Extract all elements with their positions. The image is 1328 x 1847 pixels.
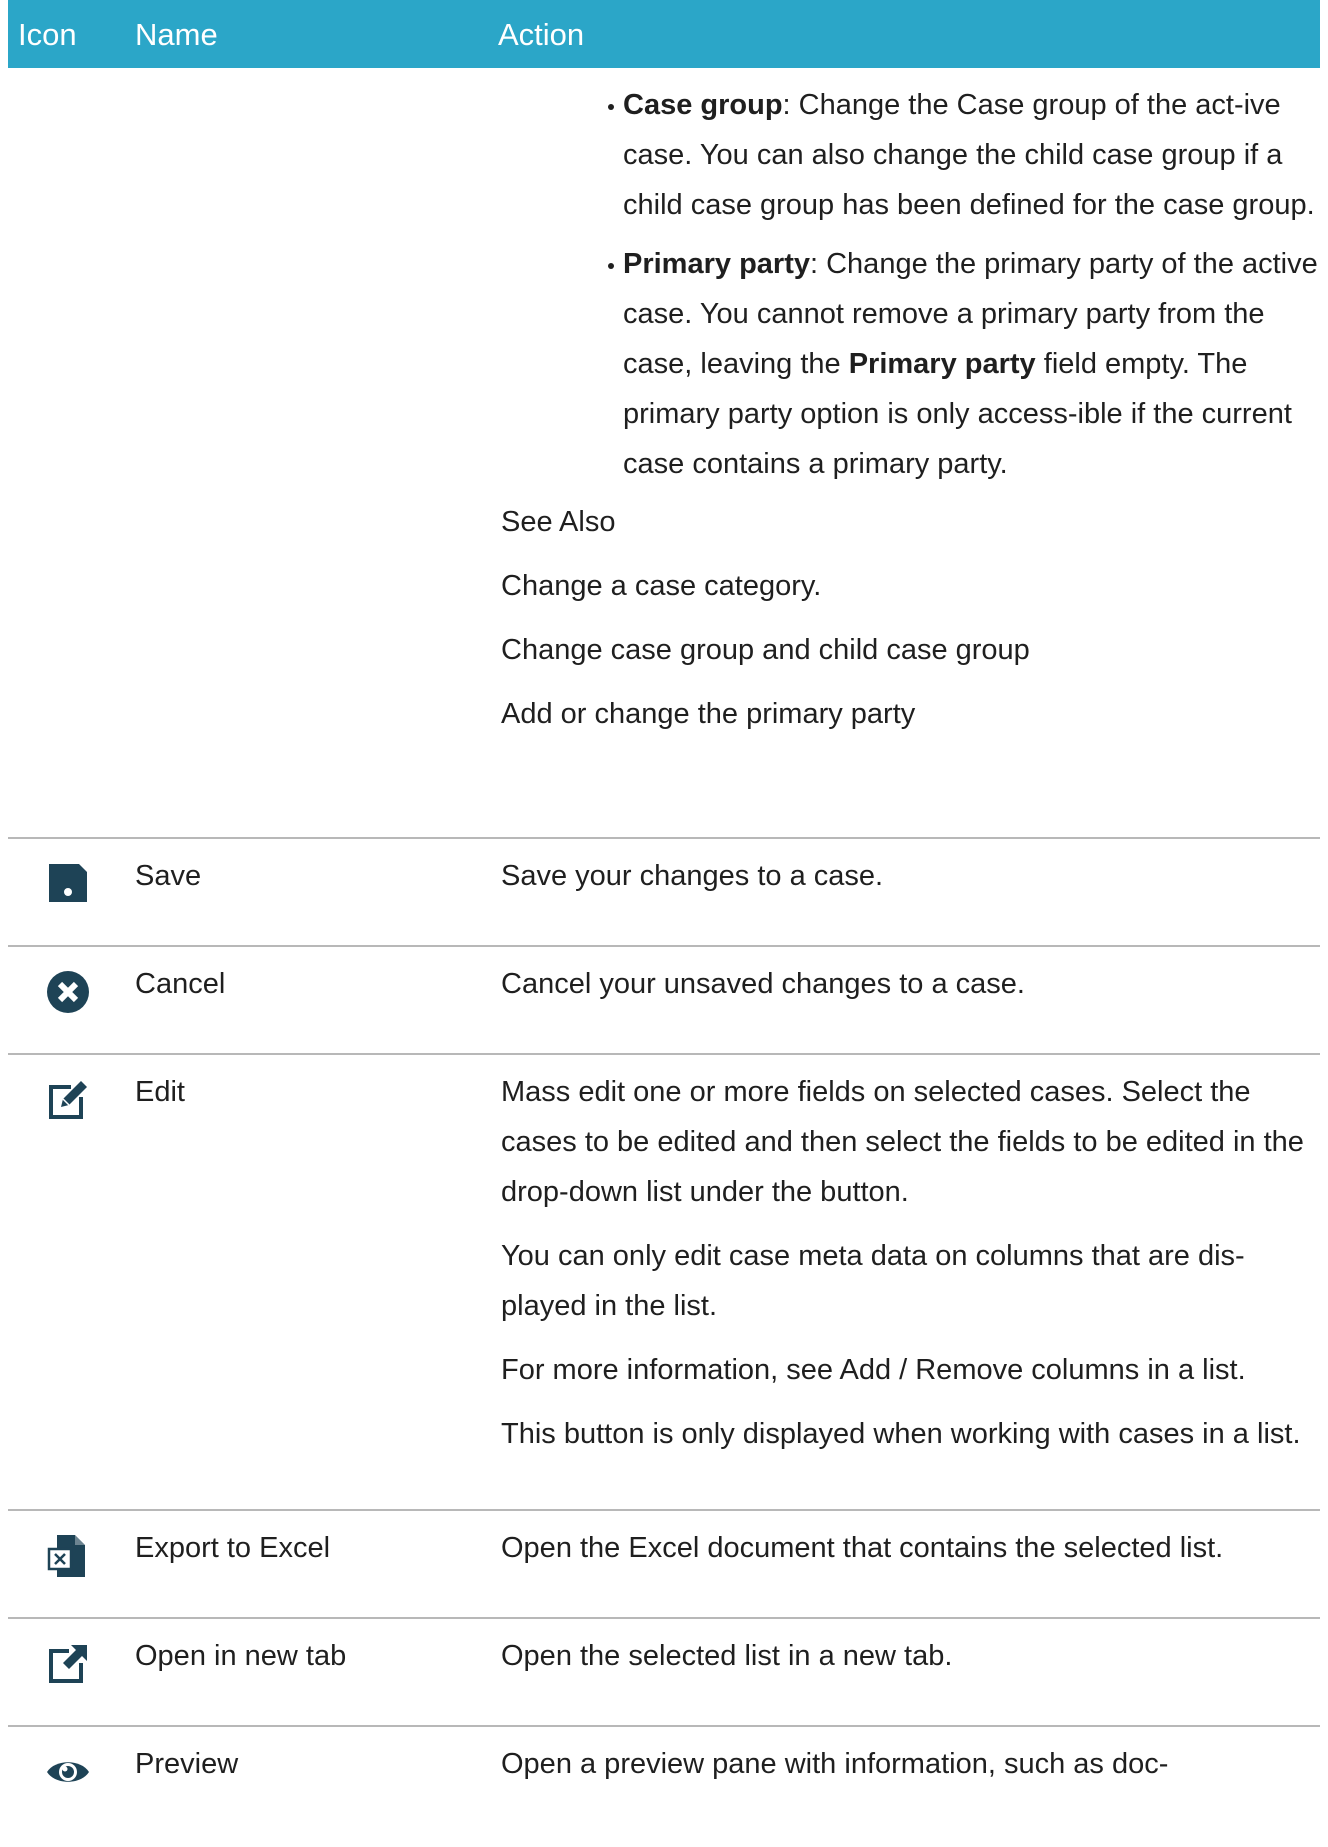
edit-icon <box>45 1077 91 1123</box>
row-action: Open a preview pane with information, su… <box>501 1739 1321 1803</box>
header-icon-column: Icon <box>18 17 77 52</box>
see-also-list: Change a case category. Change case grou… <box>501 561 1321 739</box>
see-also-link[interactable]: Add or change the primary party <box>501 689 1321 739</box>
row-action: Open the Excel document that contains th… <box>501 1523 1321 1587</box>
see-also-link[interactable]: Change case group and child case group <box>501 625 1321 675</box>
row-action: Open the selected list in a new tab. <box>501 1631 1321 1695</box>
term-case-group: Case group <box>623 89 783 121</box>
row-name: Preview <box>135 1748 239 1780</box>
row-name: Open in new tab <box>135 1640 347 1672</box>
table-row: Preview Open a preview pane with informa… <box>8 1725 1320 1847</box>
action-text: Open a preview pane with information, su… <box>501 1748 1169 1780</box>
option-list: Case group: Change the Case group of the… <box>501 80 1321 489</box>
action-text: Save your changes to a case. <box>501 860 884 892</box>
row-action: Mass edit one or more fields on selected… <box>501 1067 1321 1473</box>
open-new-tab-icon <box>45 1641 91 1687</box>
toolbar-reference-table: Icon Name Action Case group: Change the … <box>8 0 1320 1782</box>
term-primary-party-inline: Primary party <box>848 348 1036 380</box>
action-text: This button is only displayed when worki… <box>501 1418 1301 1450</box>
table-row: Open in new tab Open the selected list i… <box>8 1617 1320 1727</box>
table-row: Cancel Cancel your unsaved changes to a … <box>8 945 1320 1055</box>
row-name: Edit <box>135 1076 185 1108</box>
action-text: Cancel your unsaved changes to a case. <box>501 968 1025 1000</box>
action-text: You can only edit case meta data on colu… <box>501 1240 1245 1322</box>
excel-icon <box>45 1533 91 1579</box>
row-name: Cancel <box>135 968 226 1000</box>
row-action: Cancel your unsaved changes to a case. <box>501 959 1321 1023</box>
table-row: Edit Mass edit one or more fields on sel… <box>8 1053 1320 1511</box>
see-also-heading: See Also <box>501 506 616 538</box>
term-primary-party: Primary party <box>623 248 810 280</box>
table-row: Export to Excel Open the Excel document … <box>8 1509 1320 1619</box>
action-text: For more information, see Add / Remove c… <box>501 1354 1246 1386</box>
list-item: Case group: Change the Case group of the… <box>608 80 1321 230</box>
header-name-column: Name <box>135 17 218 52</box>
row-action: Save your changes to a case. <box>501 851 1321 915</box>
action-text: Open the selected list in a new tab. <box>501 1640 953 1672</box>
cancel-icon <box>45 969 91 1015</box>
table-row: Save Save your changes to a case. <box>8 837 1320 947</box>
continued-action-cell: Case group: Change the Case group of the… <box>501 68 1321 739</box>
action-text: Mass edit one or more fields on selected… <box>501 1076 1304 1208</box>
table-header: Icon Name Action <box>8 0 1320 68</box>
row-name: Save <box>135 860 202 892</box>
action-text: Open the Excel document that contains th… <box>501 1532 1224 1564</box>
list-item: Primary party: Change the primary party … <box>608 239 1321 489</box>
eye-icon <box>45 1749 91 1795</box>
save-icon <box>45 860 91 906</box>
header-action-column: Action <box>498 17 585 52</box>
row-name: Export to Excel <box>135 1532 331 1564</box>
see-also-link[interactable]: Change a case category. <box>501 561 1321 611</box>
